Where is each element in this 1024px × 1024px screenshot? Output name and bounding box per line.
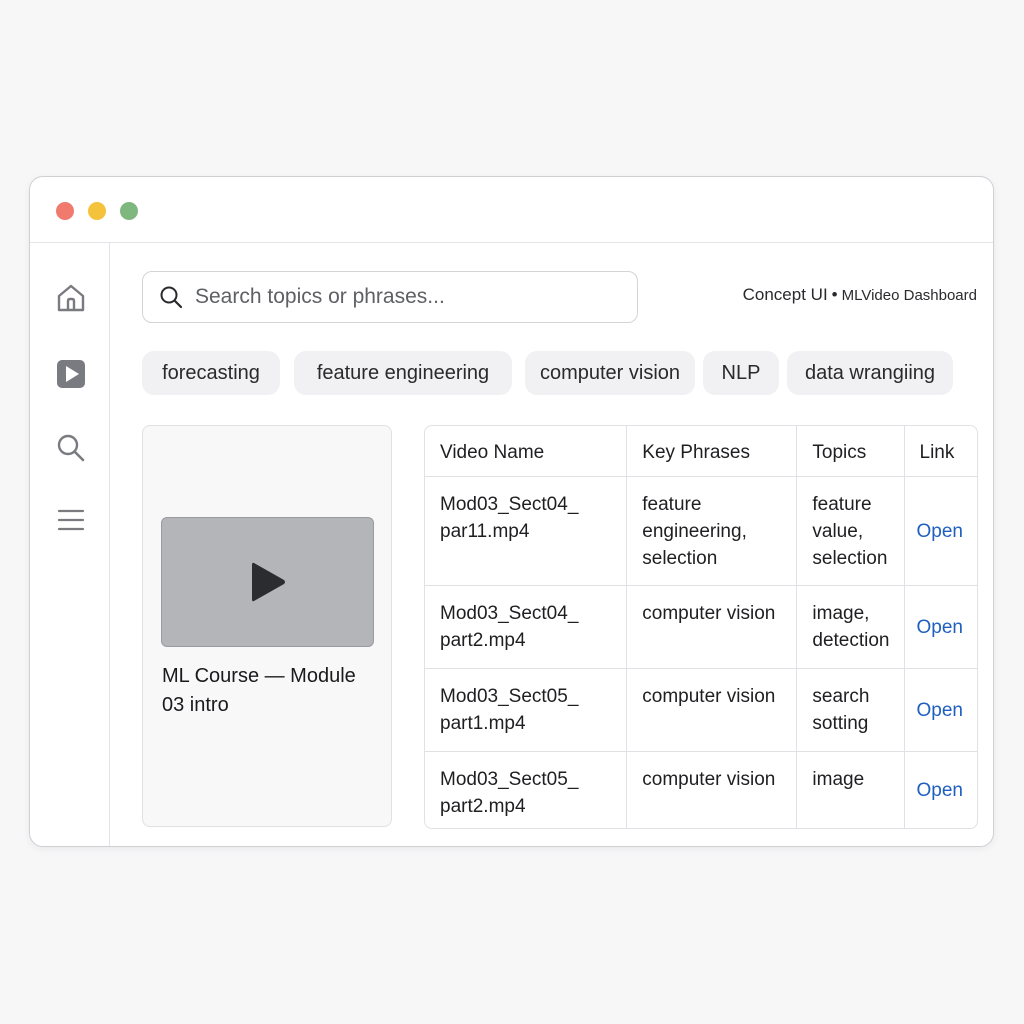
video-title: ML Course — Module 03 intro <box>162 665 356 716</box>
table-header-row: Video Name Key Phrases Topics Link <box>425 426 977 477</box>
search-icon <box>57 434 85 462</box>
maximize-window-button[interactable] <box>120 202 138 220</box>
column-header-topics[interactable]: Topics <box>797 426 905 477</box>
cell-topics: feature value, selection <box>797 477 905 586</box>
chip-nlp[interactable]: NLP <box>703 351 779 395</box>
search-input[interactable] <box>193 284 617 310</box>
video-table: Video Name Key Phrases Topics Link Mod03… <box>424 425 978 829</box>
menu-icon <box>57 509 85 531</box>
table-row[interactable]: Mod03_Sect05_ part2.mp4 computer vision … <box>425 752 977 828</box>
chip-feature-engineering[interactable]: feature engineering <box>294 351 512 395</box>
title-bar <box>30 177 993 243</box>
chip-computer-vision[interactable]: computer vision <box>525 351 695 395</box>
app-brand: Concept UI • MLVideo Dashboard <box>743 285 977 305</box>
open-link[interactable]: Open <box>904 586 977 669</box>
table-row[interactable]: Mod03_Sect04_ part2.mp4 computer vision … <box>425 586 977 669</box>
cell-topics: image <box>797 752 905 828</box>
cell-video-name: Mod03_Sect05_ part1.mp4 <box>425 669 628 752</box>
minimize-window-button[interactable] <box>88 202 106 220</box>
open-link[interactable]: Open <box>904 669 977 752</box>
cell-topics: search sotting <box>797 669 905 752</box>
cell-video-name: Mod03_Sect04_ par11.mp4 <box>425 477 628 586</box>
table-row[interactable]: Mod03_Sect05_ part1.mp4 computer vision … <box>425 669 977 752</box>
brand-separator: • <box>831 285 838 304</box>
brand-name: Concept UI <box>742 285 828 304</box>
app-window: Concept UI•MLVideo Dashboard forecasting… <box>29 176 994 847</box>
chip-data-wrangling[interactable]: data wrangiing <box>787 351 953 395</box>
cell-video-name: Mod03_Sect05_ part2.mp4 <box>425 752 628 828</box>
sidebar-item-home[interactable] <box>54 281 88 315</box>
column-header-link[interactable]: Link <box>904 426 977 477</box>
cell-key-phrases: feature engineering, selection <box>627 477 798 586</box>
column-header-key-phrases[interactable]: Key Phrases <box>627 426 798 477</box>
sidebar-item-search[interactable] <box>54 431 88 465</box>
sidebar-item-menu[interactable] <box>54 503 88 537</box>
cell-key-phrases: computer vision <box>627 669 798 752</box>
sidebar-item-videos[interactable] <box>54 357 88 391</box>
featured-video-card[interactable]: ML Course — Module 03 intro <box>142 425 392 827</box>
open-link[interactable]: Open <box>905 752 978 828</box>
home-icon <box>57 284 85 312</box>
open-link[interactable]: Open <box>904 477 977 586</box>
cell-video-name: Mod03_Sect04_ part2.mp4 <box>425 586 628 669</box>
chip-forecasting[interactable]: forecasting <box>142 351 280 395</box>
table-row[interactable]: Mod03_Sect04_ par11.mp4 feature engineer… <box>425 477 977 586</box>
video-thumbnail[interactable] <box>161 517 374 647</box>
brand-dashboard-name: MLVideo Dashboard <box>841 287 977 304</box>
close-window-button[interactable] <box>56 202 74 220</box>
column-header-video-name[interactable]: Video Name <box>425 426 628 477</box>
play-icon <box>251 562 285 602</box>
search-icon <box>160 286 183 309</box>
cell-key-phrases: computer vision <box>627 586 798 669</box>
cell-key-phrases: computer vision <box>627 752 798 828</box>
sidebar <box>30 243 110 846</box>
search-bar[interactable] <box>142 271 638 323</box>
cell-topics: image, detection <box>797 586 905 669</box>
video-icon <box>57 360 85 388</box>
